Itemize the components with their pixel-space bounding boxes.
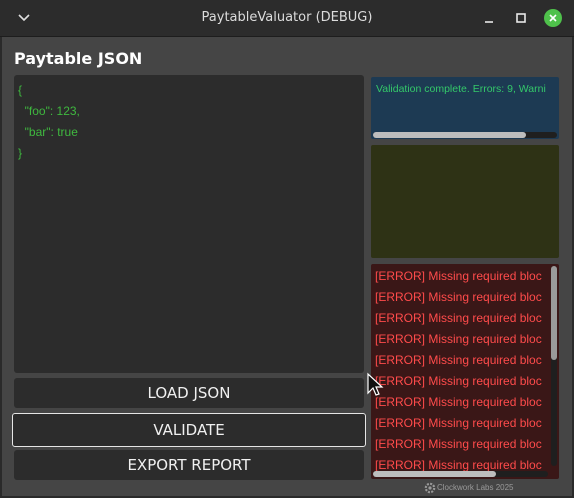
page-title: Paytable JSON: [14, 49, 143, 68]
mouse-cursor-icon: [366, 372, 384, 398]
summary-scrollbar-thumb[interactable]: [373, 132, 526, 138]
close-button[interactable]: [543, 8, 563, 28]
json-line: "foo": 123,: [18, 104, 80, 118]
errors-vertical-scrollbar[interactable]: [551, 266, 557, 466]
export-report-button[interactable]: EXPORT REPORT: [14, 450, 364, 480]
load-json-button[interactable]: LOAD JSON: [14, 378, 364, 408]
gear-icon: [423, 481, 437, 495]
error-line: [ERROR] Missing required bloc: [375, 269, 542, 283]
json-line: "bar": true: [18, 125, 78, 139]
chevron-down-icon[interactable]: [14, 7, 34, 27]
footer-text: Clockwork Labs 2025: [437, 483, 514, 492]
errors-horizontal-scrollbar-thumb[interactable]: [373, 471, 496, 477]
minimize-button[interactable]: [479, 8, 499, 28]
title-bar: PaytableValuator (DEBUG): [0, 0, 574, 37]
summary-text: Validation complete. Errors: 9, Warni: [376, 83, 546, 95]
summary-panel: Validation complete. Errors: 9, Warni: [371, 77, 559, 139]
json-editor[interactable]: { "foo": 123, "bar": true }: [14, 75, 364, 373]
error-line: [ERROR] Missing required bloc: [375, 311, 542, 325]
json-line: }: [18, 146, 23, 160]
errors-vertical-scrollbar-thumb[interactable]: [551, 266, 557, 360]
error-line: [ERROR] Missing required bloc: [375, 458, 542, 472]
error-line: [ERROR] Missing required bloc: [375, 290, 542, 304]
error-line: [ERROR] Missing required bloc: [375, 332, 542, 346]
error-line: [ERROR] Missing required bloc: [375, 416, 542, 430]
errors-panel: [ERROR] Missing required bloc [ERROR] Mi…: [371, 264, 559, 479]
warnings-panel: [371, 145, 559, 258]
error-line: [ERROR] Missing required bloc: [375, 437, 542, 451]
summary-scrollbar[interactable]: [373, 132, 557, 138]
maximize-button[interactable]: [511, 8, 531, 28]
error-line: [ERROR] Missing required bloc: [375, 374, 542, 388]
errors-horizontal-scrollbar[interactable]: [373, 471, 548, 477]
error-line: [ERROR] Missing required bloc: [375, 395, 542, 409]
error-line: [ERROR] Missing required bloc: [375, 353, 542, 367]
close-icon: [544, 9, 562, 27]
json-line: {: [18, 83, 23, 97]
validate-button[interactable]: VALIDATE: [12, 413, 366, 447]
main-content: Paytable JSON { "foo": 123, "bar": true …: [2, 37, 572, 496]
